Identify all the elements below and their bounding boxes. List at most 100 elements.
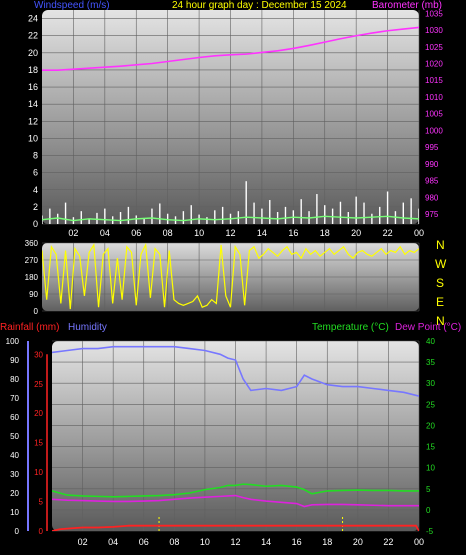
temp-x-tick-label: 00 [414,537,424,547]
temperature-tick-label: 40 [426,337,435,346]
humidity-tick-label: 60 [10,413,19,422]
wind-x-tick-label: 04 [100,228,110,238]
windspeed-tick-label: 2 [33,202,38,212]
humidity-tick-label: 10 [10,508,19,517]
wind-x-tick-label: 12 [225,228,235,238]
chart-title: 24 hour graph day : December 15 2024 [172,0,347,11]
temperature-tick-label: 15 [426,443,435,452]
temp-x-tick-label: 04 [108,537,118,547]
rainfall-axis-label: Rainfall (mm) [0,322,59,333]
barometer-tick-label: 1010 [425,93,443,102]
direction-axis-ticks: 0 90 180 270 360 [25,239,39,316]
humidity-tick-label: 0 [15,527,20,536]
rainfall-axis-ticks: 0 5 10 15 20 25 30 [34,350,48,536]
wind-x-tick-label: 00 [414,228,424,238]
weather-graph-svg: 024681012141618202224 975980985990995100… [0,0,461,547]
barometer-tick-label: 990 [425,160,439,169]
rainfall-tick-label: 5 [39,498,44,507]
humidity-axis-ticks: 0 10 20 30 40 50 60 70 80 90 100 [6,337,29,536]
rainfall-tick-label: 25 [34,380,43,389]
temp-x-tick-label: 20 [353,537,363,547]
rainfall-tick-label: 10 [34,468,43,477]
temp-x-tick-label: 22 [383,537,393,547]
temperature-axis-label: Temperature (°C) [312,322,389,333]
windspeed-tick-label: 16 [28,82,38,92]
barometer-axis-label: Barometer (mb) [372,0,442,11]
temp-x-tick-label: 14 [261,537,271,547]
temperature-tick-label: 25 [426,400,435,409]
windspeed-tick-label: 10 [28,133,38,143]
humidity-tick-label: 70 [10,394,19,403]
wind-x-tick-label: 18 [320,228,330,238]
temperature-tick-label: 35 [426,358,435,367]
windspeed-tick-label: 0 [33,219,38,229]
barometer-tick-label: 1015 [425,76,443,85]
rainfall-tick-label: 30 [34,350,43,359]
direction-tick-label: 180 [25,273,39,282]
wind-x-tick-label: 10 [194,228,204,238]
compass-w: W [435,257,447,271]
barometer-tick-label: 1020 [425,60,443,69]
barometer-tick-label: 1000 [425,126,443,135]
windspeed-tick-label: 4 [33,185,38,195]
wind-x-tick-label: 22 [383,228,393,238]
humidity-axis-label: Humidity [68,322,107,333]
weather-graph-page: 0 2 4 6 8 10 12 14 16 18 20 22 24 975 980 985 990 995 100… [0,0,466,555]
direction-tick-label: 360 [25,239,39,248]
direction-tick-label: 270 [25,256,39,265]
temp-x-tick-label: 12 [230,537,240,547]
windspeed-tick-label: 6 [33,168,38,178]
temp-x-tick-label: 16 [292,537,302,547]
temperature-tick-label: 5 [426,485,431,494]
windspeed-tick-label: 18 [28,65,38,75]
wind-x-tick-label: 08 [163,228,173,238]
humidity-tick-label: 100 [6,337,20,346]
humidity-tick-label: 30 [10,470,19,479]
wind-panel-x-ticks: 02 04 06 08 10 12 14 16 18 20 22 00 [68,228,424,238]
barometer-tick-label: 1030 [425,26,443,35]
windspeed-axis-ticks: 024681012141618202224 [28,14,38,229]
direction-tick-label: 90 [29,290,38,299]
humidity-tick-label: 50 [10,432,19,441]
temperature-tick-label: 0 [426,506,431,515]
rainfall-tick-label: 20 [34,409,43,418]
temperature-tick-label: 30 [426,379,435,388]
wind-x-tick-label: 14 [257,228,267,238]
temperature-axis-ticks: -5 0 5 10 15 20 25 30 35 40 [426,337,435,536]
barometer-tick-label: 975 [425,210,439,219]
rainfall-tick-label: 15 [34,439,43,448]
compass-n-top: N [436,238,445,252]
temp-x-tick-label: 06 [139,537,149,547]
temp-panel-x-ticks: 02 04 06 08 10 12 14 16 18 20 22 00 [78,537,424,547]
temperature-tick-label: 10 [426,464,435,473]
wind-x-tick-label: 02 [68,228,78,238]
windspeed-tick-label: 12 [28,116,38,126]
barometer-tick-label: 985 [425,177,439,186]
direction-tick-label: 0 [34,307,39,316]
windspeed-axis-label: Windspeed (m/s) [34,0,110,11]
temp-x-tick-label: 18 [322,537,332,547]
temp-x-tick-label: 02 [78,537,88,547]
humidity-tick-label: 40 [10,451,19,460]
humidity-tick-label: 80 [10,375,19,384]
windspeed-tick-label: 24 [28,14,38,24]
windspeed-tick-label: 14 [28,99,38,109]
temp-x-tick-label: 08 [169,537,179,547]
wind-x-tick-label: 20 [351,228,361,238]
temp-x-tick-label: 10 [200,537,210,547]
windspeed-tick-label: 8 [33,151,38,161]
wind-x-tick-label: 16 [288,228,298,238]
wind-x-tick-label: 06 [131,228,141,238]
compass-s: S [436,276,444,290]
barometer-tick-label: 1025 [425,43,443,52]
barometer-tick-label: 995 [425,143,439,152]
barometer-tick-label: 1005 [425,110,443,119]
windspeed-tick-label: 22 [28,31,38,41]
rainfall-tick-label: 0 [39,527,44,536]
barometer-tick-label: 980 [425,193,439,202]
temperature-tick-label: -5 [426,527,434,536]
humidity-tick-label: 20 [10,489,19,498]
barometer-axis-ticks: 975 980 985 990 995 1000 1005 1010 1015 1020 1025 1… [425,9,443,219]
temperature-tick-label: 20 [426,421,435,430]
dewpoint-axis-label: Dew Point (°C) [395,322,461,333]
